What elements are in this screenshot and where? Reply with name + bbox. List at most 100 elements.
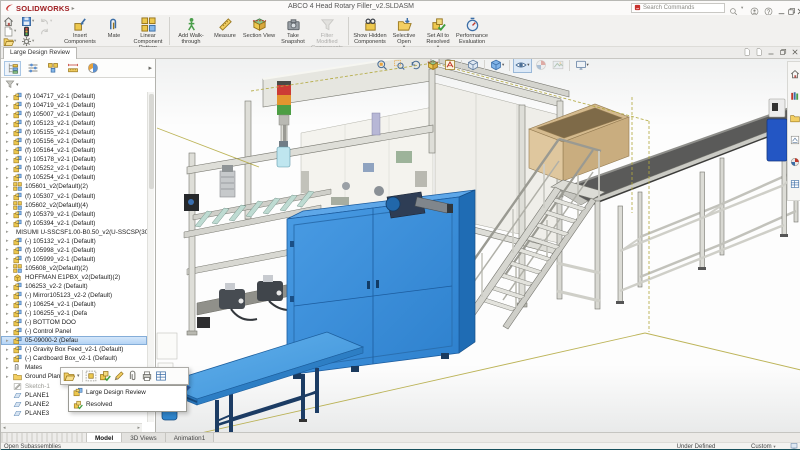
- tree-item[interactable]: ▸ (f) 105252_v2-1 (Default): [1, 164, 147, 173]
- expand-arrow-icon[interactable]: ▸: [6, 175, 13, 181]
- win-min-icon[interactable]: [767, 48, 775, 56]
- context-edit-button[interactable]: [113, 367, 125, 385]
- panel-tab-property-manager[interactable]: [24, 61, 41, 76]
- tree-item[interactable]: ▸ (f) 105998_v2-1 (Default): [1, 246, 147, 255]
- context-set-resolved-button[interactable]: [99, 367, 111, 385]
- expand-arrow-icon[interactable]: ▸: [6, 112, 13, 118]
- expand-arrow-icon[interactable]: ▸: [6, 202, 13, 208]
- expand-arrow-icon[interactable]: ▸: [6, 229, 13, 235]
- expand-arrow-icon[interactable]: ▸: [6, 274, 13, 280]
- selective-open-button[interactable]: Selective Open▾: [387, 16, 421, 49]
- redo-button[interactable]: [39, 26, 57, 37]
- search-caret-icon[interactable]: ▾: [741, 5, 743, 11]
- search-commands-input[interactable]: Search Commands: [631, 3, 725, 13]
- sensor-column[interactable]: [371, 112, 381, 136]
- graphics-viewport[interactable]: ▾ ▾ ▾: [156, 59, 800, 432]
- expand-arrow-icon[interactable]: ▸: [6, 320, 13, 326]
- tree-item[interactable]: ▸ 05-09000-2 (Defau: [1, 336, 147, 346]
- context-attachment-button[interactable]: [127, 367, 139, 385]
- expand-arrow-icon[interactable]: ▸: [6, 247, 13, 253]
- menu-item-resolved[interactable]: Resolved: [69, 399, 186, 412]
- tree-item[interactable]: ▸ 105602_v2(Default)(4): [1, 200, 147, 210]
- tree-item[interactable]: ▸ (-) Gravity Box Feed_v2-1 (Default): [1, 345, 147, 354]
- taskpane-file-explorer[interactable]: [789, 109, 800, 127]
- doc-tab-model[interactable]: Model: [87, 433, 123, 442]
- tree-item[interactable]: ▸ (f) 105164_v2-1 (Default): [1, 146, 147, 155]
- tree-item[interactable]: ▸ (-) 106255_v2-1 (Defa: [1, 309, 147, 318]
- annotation-views-button[interactable]: [442, 59, 458, 73]
- section-view-cmd-button[interactable]: Section View: [242, 16, 276, 39]
- view-orientation-button[interactable]: [465, 59, 481, 73]
- doc-small-icon[interactable]: [755, 48, 763, 56]
- menu-expand-icon[interactable]: ▸: [72, 5, 75, 12]
- tree-item[interactable]: ▸ 106253_v2-2 (Default): [1, 282, 147, 291]
- expand-arrow-icon[interactable]: ▸: [6, 121, 13, 127]
- context-print-button[interactable]: [141, 367, 153, 385]
- tree-item[interactable]: ▸ (f) 105379_v2-1 (Default): [1, 210, 147, 219]
- expand-arrow-icon[interactable]: ▸: [6, 166, 13, 172]
- context-properties-table-button[interactable]: [155, 367, 167, 385]
- insert-components-button[interactable]: Insert Components: [63, 16, 97, 45]
- tree-item[interactable]: ▸ (-) 105178_v2-1 (Default): [1, 155, 147, 164]
- previous-view-button[interactable]: [408, 59, 424, 73]
- expand-arrow-icon[interactable]: ▸: [6, 130, 13, 136]
- tree-item[interactable]: ▸ (-) BOTTOM DOO: [1, 318, 147, 327]
- taskpane-solidworks-resources[interactable]: [790, 65, 800, 83]
- zoom-to-area-button[interactable]: [391, 59, 407, 73]
- menu-item-large-design-review[interactable]: Large Design Review: [69, 386, 186, 399]
- expand-arrow-icon[interactable]: ▸: [6, 184, 13, 190]
- doc-tab-3d-views[interactable]: 3D Views: [122, 433, 166, 442]
- options-button[interactable]: ▾: [21, 36, 39, 47]
- expand-arrow-icon[interactable]: ▸: [6, 220, 13, 226]
- apply-scene-button[interactable]: [550, 59, 566, 73]
- expand-arrow-icon[interactable]: ▸: [6, 284, 13, 290]
- expand-arrow-icon[interactable]: ▸: [6, 365, 13, 371]
- expand-arrow-icon[interactable]: ▸: [6, 139, 13, 145]
- tree-horizontal-scrollbar[interactable]: ◂ ▸: [1, 423, 142, 432]
- taskpane-custom-properties[interactable]: [790, 175, 800, 193]
- tree-item[interactable]: ▸ (-) Cardboard Box_v2-1 (Default): [1, 354, 147, 363]
- expand-arrow-icon[interactable]: ▸: [6, 211, 13, 217]
- expand-arrow-icon[interactable]: ▸: [6, 374, 13, 380]
- take-snapshot-button[interactable]: Take Snapshot: [276, 16, 310, 45]
- display-style-button[interactable]: ▾: [488, 59, 506, 73]
- win-close-icon[interactable]: [791, 48, 799, 56]
- conveyor-drive-motor[interactable]: [766, 98, 788, 162]
- panel-tab-feature-manager[interactable]: [4, 60, 21, 76]
- tree-item[interactable]: ▸ (-) 105132_v2-1 (Default): [1, 237, 147, 246]
- taskpane-view-palette[interactable]: [790, 131, 800, 149]
- zoom-to-fit-button[interactable]: [374, 59, 390, 73]
- performance-evaluation-button[interactable]: Performance Evaluation: [455, 16, 489, 45]
- taskpane-appearances-scenes[interactable]: [790, 153, 800, 171]
- edit-appearance-button[interactable]: [533, 59, 549, 73]
- tree-item[interactable]: ▸ 105608_v2(Default)(2): [1, 264, 147, 273]
- expand-arrow-icon[interactable]: ▸: [6, 193, 13, 199]
- context-open-caret-icon[interactable]: ▾: [77, 373, 80, 379]
- panel-tab-dimxpert-manager[interactable]: [64, 61, 81, 76]
- doc-tab-animation1[interactable]: Animation1: [165, 433, 215, 442]
- tree-item[interactable]: ▸ 105601_v2(Default)(2): [1, 182, 147, 192]
- tree-item[interactable]: ▸ (f) 105007_v2-1 (Default): [1, 110, 147, 119]
- solidworks-logo[interactable]: SOLIDWORKS ▸: [5, 2, 75, 14]
- filter-modified-icon[interactable]: [5, 79, 15, 89]
- tree-item[interactable]: ▸ (f) 105155_v2-1 (Default): [1, 128, 147, 137]
- open-button[interactable]: ▾: [3, 36, 21, 47]
- tree-item[interactable]: ▸ (-) 106254_v2-1 (Default): [1, 300, 147, 309]
- tree-item[interactable]: ▸ (f) 104717_v2-1 (Default): [1, 92, 147, 101]
- filter-modified-button[interactable]: Filter Modified Components: [310, 16, 344, 51]
- expand-arrow-icon[interactable]: ▸: [6, 256, 13, 262]
- tree-item[interactable]: ▸ MISUMI U-SSCSF1.00-B0.50_v2(U-SSCSP(304…: [1, 228, 147, 237]
- panel-splitter-grip[interactable]: [1, 433, 87, 442]
- tree-item[interactable]: ▸ (f) 105999_v2-1 (Default): [1, 255, 147, 264]
- tree-item[interactable]: ▸ (f) 105123_v2-1 (Default): [1, 119, 147, 128]
- expand-arrow-icon[interactable]: ▸: [6, 103, 13, 109]
- expand-arrow-icon[interactable]: ▸: [6, 311, 13, 317]
- expand-arrow-icon[interactable]: ▸: [6, 293, 13, 299]
- tree-item[interactable]: ▸ (f) 105307_v2-1 (Default): [1, 192, 147, 201]
- expand-arrow-icon[interactable]: ▸: [6, 238, 13, 244]
- hide-show-button[interactable]: ▾: [513, 59, 532, 73]
- tree-item[interactable]: ▸ (f) 104719_v2-1 (Default): [1, 101, 147, 110]
- measure-button[interactable]: Measure: [208, 16, 242, 39]
- expand-arrow-icon[interactable]: ▸: [6, 347, 13, 353]
- panel-tabs-expand-icon[interactable]: ▸: [148, 64, 152, 72]
